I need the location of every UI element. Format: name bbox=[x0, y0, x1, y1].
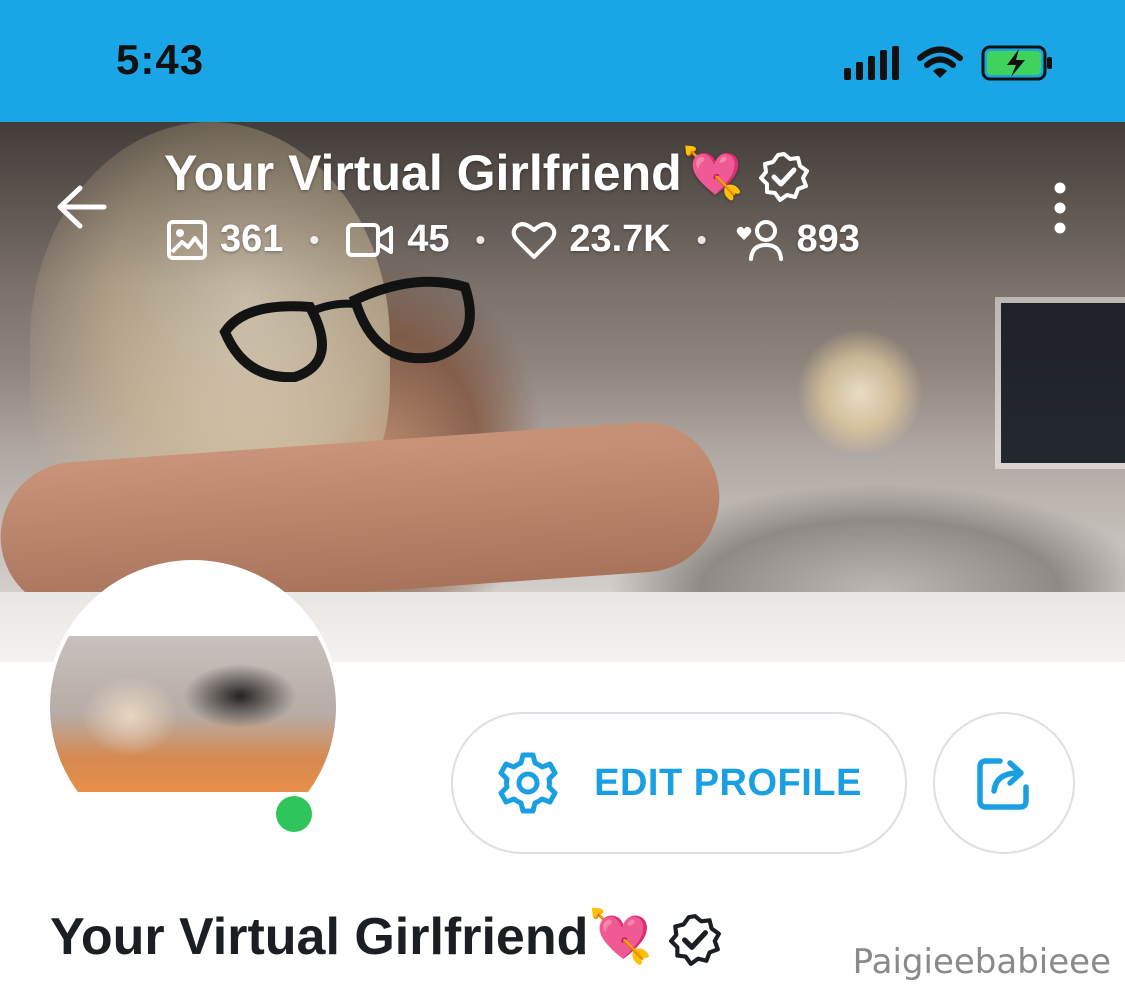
edit-profile-label: EDIT PROFILE bbox=[594, 761, 862, 804]
stat-photos-count: 361 bbox=[220, 218, 284, 260]
wifi-icon bbox=[917, 46, 963, 78]
online-status-indicator bbox=[276, 796, 312, 832]
fans-icon bbox=[736, 219, 783, 261]
stat-separator: • bbox=[696, 223, 707, 255]
stat-fans-count: 893 bbox=[796, 218, 860, 260]
verified-badge-icon bbox=[668, 914, 721, 967]
verified-badge-icon bbox=[758, 151, 809, 202]
header-title-text: Your Virtual Girlfriend bbox=[164, 145, 682, 201]
share-button[interactable] bbox=[933, 712, 1075, 854]
video-icon bbox=[346, 222, 394, 257]
profile-stats: 361 • 45 • 23.7K • 893 bbox=[166, 218, 860, 261]
stat-separator: • bbox=[475, 223, 486, 255]
heart-arrow-emoji: 💘 bbox=[588, 907, 654, 967]
stat-separator: • bbox=[309, 223, 320, 255]
heart-icon bbox=[512, 221, 557, 259]
stat-photos[interactable]: 361 bbox=[166, 218, 283, 261]
share-icon bbox=[977, 758, 1029, 810]
stat-fans[interactable]: 893 bbox=[733, 218, 860, 261]
watermark-text: Paigieebabieee bbox=[852, 942, 1111, 982]
profile-name-text: Your Virtual Girlfriend bbox=[50, 908, 589, 966]
stat-likes[interactable]: 23.7K bbox=[511, 218, 671, 261]
status-time: 5:43 bbox=[116, 36, 205, 83]
heart-arrow-emoji: 💘 bbox=[681, 144, 744, 202]
gear-icon bbox=[498, 752, 558, 814]
profile-name: Your Virtual Girlfriend💘 bbox=[50, 906, 722, 967]
signal-bars-icon bbox=[844, 46, 899, 80]
stat-videos[interactable]: 45 bbox=[345, 218, 450, 261]
vertical-dots-icon[interactable] bbox=[1046, 180, 1074, 236]
battery-charging-icon bbox=[981, 45, 1052, 81]
image-icon bbox=[167, 219, 207, 260]
stat-likes-count: 23.7K bbox=[569, 218, 671, 260]
edit-profile-button[interactable]: EDIT PROFILE bbox=[451, 712, 907, 854]
arrow-left-icon[interactable] bbox=[54, 180, 108, 234]
stat-videos-count: 45 bbox=[407, 218, 450, 260]
status-bar: 5:43 bbox=[0, 0, 1125, 122]
page-title: Your Virtual Girlfriend💘 bbox=[164, 144, 810, 203]
status-icons bbox=[844, 44, 1055, 82]
